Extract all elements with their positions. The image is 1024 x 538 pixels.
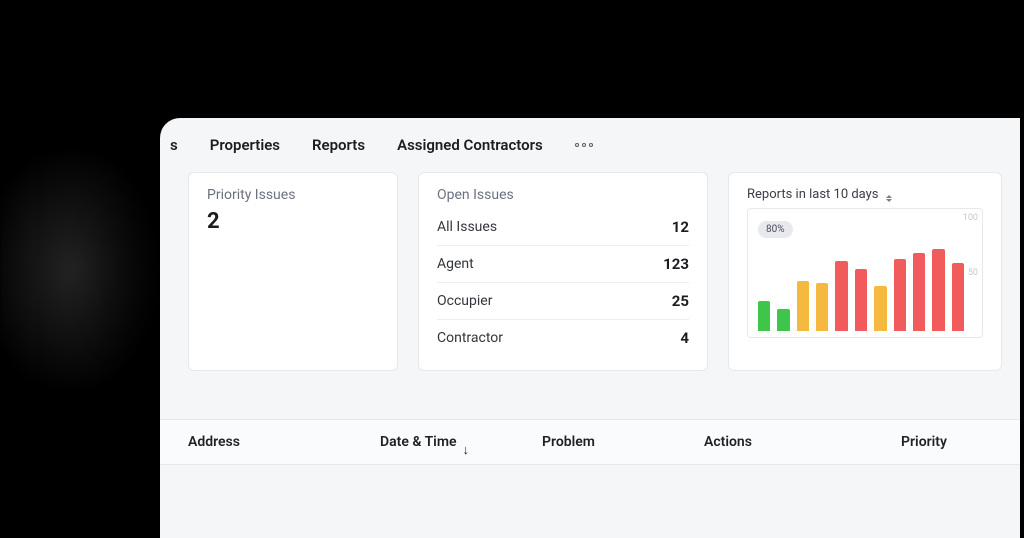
open-issues-label: Occupier: [437, 293, 492, 309]
chart-bar: [952, 263, 964, 331]
priority-issues-value: 2: [207, 209, 379, 234]
table-header: Address Date & Time Problem Actions Prio…: [160, 419, 1020, 465]
chart-bar: [758, 301, 770, 331]
chart-bar: [816, 283, 828, 331]
open-issues-value: 25: [672, 292, 689, 310]
chart-header[interactable]: Reports in last 10 days: [747, 187, 983, 202]
open-issues-row: All Issues 12: [437, 209, 689, 246]
open-issues-title: Open Issues: [437, 187, 689, 203]
open-issues-row: Occupier 25: [437, 283, 689, 320]
open-issues-label: Contractor: [437, 330, 503, 346]
axis-label-mid: 50: [968, 268, 978, 278]
chart-body: 80% 100 50: [747, 208, 983, 338]
axis-label-top: 100: [963, 213, 978, 223]
tab-reports[interactable]: Reports: [312, 136, 365, 154]
open-issues-value: 123: [663, 255, 689, 273]
open-issues-value: 12: [672, 218, 689, 236]
open-issues-label: All Issues: [437, 219, 497, 235]
chart-bar: [874, 286, 886, 331]
column-actions[interactable]: Actions: [704, 434, 844, 450]
more-icon[interactable]: [575, 143, 593, 147]
chart-bar: [894, 259, 906, 331]
tab-assigned-contractors[interactable]: Assigned Contractors: [397, 136, 543, 154]
column-priority[interactable]: Priority: [856, 434, 992, 450]
cards-row: Priority Issues 2 Open Issues All Issues…: [160, 172, 1020, 371]
app-window: s Properties Reports Assigned Contractor…: [160, 118, 1020, 538]
tabs-row: s Properties Reports Assigned Contractor…: [160, 118, 1020, 172]
open-issues-row: Contractor 4: [437, 320, 689, 356]
chart-bars: [758, 231, 964, 331]
open-issues-row: Agent 123: [437, 246, 689, 283]
chart-bar: [855, 269, 867, 331]
column-address[interactable]: Address: [188, 434, 368, 450]
reports-chart-card: Reports in last 10 days 80% 100 50: [728, 172, 1002, 371]
chart-bar: [835, 261, 847, 331]
chart-bar: [913, 253, 925, 331]
column-problem[interactable]: Problem: [542, 434, 692, 450]
priority-issues-title: Priority Issues: [207, 187, 379, 203]
chart-title: Reports in last 10 days: [747, 187, 892, 202]
priority-issues-card: Priority Issues 2: [188, 172, 398, 371]
open-issues-list: All Issues 12 Agent 123 Occupier 25 Cont…: [437, 209, 689, 356]
tab-partial[interactable]: s: [170, 136, 178, 154]
chart-bar: [797, 281, 809, 331]
chart-bar: [777, 309, 789, 331]
open-issues-value: 4: [680, 329, 689, 347]
tab-properties[interactable]: Properties: [210, 136, 280, 154]
sort-icon: [886, 195, 892, 202]
open-issues-label: Agent: [437, 256, 474, 272]
column-date-time[interactable]: Date & Time: [380, 434, 530, 450]
open-issues-card: Open Issues All Issues 12 Agent 123 Occu…: [418, 172, 708, 371]
chart-bar: [932, 249, 944, 331]
